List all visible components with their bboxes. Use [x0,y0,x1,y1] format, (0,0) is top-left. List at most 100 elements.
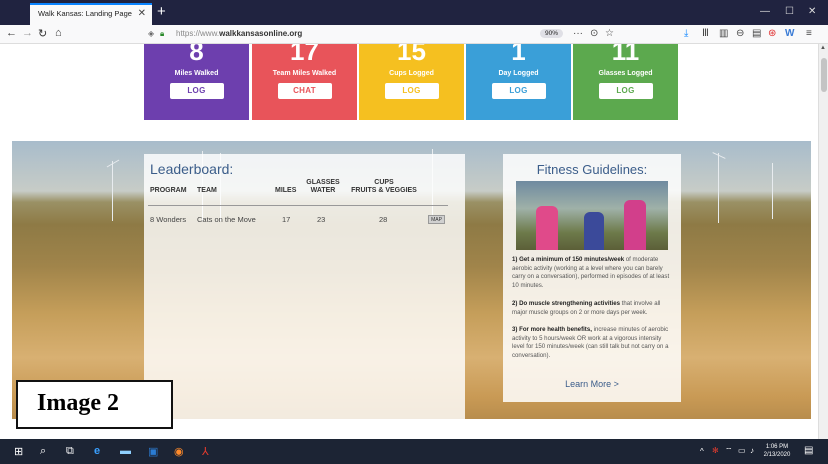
tab-strip: Walk Kansas: Landing Page ✕ + — ☐ ✕ [0,0,828,25]
stat-card-miles-walked: 8 Miles Walked LOG [144,44,249,120]
acrobat-icon[interactable]: ⅄ [202,445,209,458]
account-icon[interactable]: ⊖ [736,28,744,39]
url-domain: walkkansasonline.org [219,29,303,38]
stat-label: Team Miles Walked [272,70,337,77]
stat-card-cups-logged: 15 Cups Logged LOG [359,44,464,120]
map-button[interactable]: MAP [428,215,445,224]
stat-number: 1 [511,44,526,66]
col-program: PROGRAM [150,187,187,194]
minimize-icon[interactable]: — [760,6,770,17]
sidebar-icon[interactable]: ▥ [719,28,728,39]
leaderboard-panel: Leaderboard: PROGRAM TEAM MILES GLASSES … [144,154,465,432]
network-icon[interactable]: ⌔ [725,446,733,456]
log-cups-button[interactable]: LOG [384,83,439,99]
close-window-icon[interactable]: ✕ [808,6,816,17]
extension-w-icon[interactable]: W [785,28,794,39]
guideline-2-bold: 2) Do muscle strengthening activities [512,300,621,307]
turbine-blade [106,159,120,168]
chat-button[interactable]: CHAT [277,83,332,99]
page-scrollbar[interactable]: ▲ [818,44,828,439]
walker-figure [624,200,646,250]
walkers-photo [516,181,668,250]
reader-icon[interactable]: ▤ [752,28,761,39]
log-glasses-button[interactable]: LOG [598,83,653,99]
cell-cups: 28 [379,215,388,224]
stat-number: 17 [290,44,319,66]
library-icon[interactable]: Ⅲ [702,28,709,39]
menu-icon[interactable]: ≡ [806,28,812,39]
page-viewport: 8 Miles Walked LOG 17 Team Miles Walked … [0,44,818,439]
stat-card-glasses-logged: 11 Glasses Logged LOG [573,44,678,120]
pocket-icon[interactable]: ⊙ [590,28,598,39]
lock-icon: 🔒︎ [160,29,165,38]
wind-turbine [112,161,113,221]
tab-walk-kansas[interactable]: Walk Kansas: Landing Page ✕ [30,3,152,25]
navigation-bar: ← → ↻ ⌂ ◈ 🔒︎ https://www.walkkansasonlin… [0,25,828,44]
tab-title: Walk Kansas: Landing Page [38,9,132,18]
scroll-up-icon[interactable]: ▲ [820,45,826,51]
log-miles-button[interactable]: LOG [169,83,224,99]
bookmark-star-icon[interactable]: ☆ [605,28,614,39]
home-icon[interactable]: ⌂ [55,27,62,39]
close-tab-icon[interactable]: ✕ [138,8,146,19]
col-glasses-label: GLASSES [306,179,340,186]
windows-start-icon[interactable]: ⊞ [14,445,23,458]
firefox-icon[interactable]: ◉ [174,445,184,458]
col-miles: MILES [275,187,297,194]
cell-team: Cats on the Move [197,215,256,224]
tray-app-icon[interactable]: ✻ [712,446,719,455]
image-label: Image 2 [16,380,173,429]
stat-card-day-logged: 1 Day Logged LOG [466,44,571,120]
shield-icon[interactable]: ◈ [148,29,154,38]
stat-number: 15 [397,44,426,66]
col-water-label: WATER [310,187,336,194]
back-icon[interactable]: ← [6,27,17,39]
cell-miles: 17 [282,215,291,224]
edge-icon[interactable]: e [94,445,100,457]
new-tab-icon[interactable]: + [157,3,166,20]
clock-time: 1:06 PM [765,444,789,450]
log-day-button[interactable]: LOG [491,83,546,99]
header-divider [148,205,448,206]
stat-label: Day Logged [498,70,539,77]
search-icon[interactable]: ⌕ [40,445,46,458]
volume-icon[interactable]: ♪ [750,446,754,455]
learn-more-link[interactable]: Learn More > [503,379,681,389]
fitness-guidelines-panel: Fitness Guidelines: 1) Get a minimum of … [503,154,681,402]
stat-number: 8 [189,44,204,66]
tray-chevron-icon[interactable]: ^ [700,447,704,456]
col-cups-fruits-veggies: CUPS FRUITS & VEGGIES [348,179,420,195]
page-actions-icon[interactable]: ··· [573,28,583,39]
cell-water: 23 [317,215,326,224]
walker-figure [536,206,558,250]
stat-label: Miles Walked [174,70,219,77]
col-fruits-veggies-label: FRUITS & VEGGIES [351,187,417,194]
leaderboard-title: Leaderboard: [150,161,234,177]
outlook-icon[interactable]: ▣ [148,445,158,458]
pinterest-icon[interactable]: ⊛ [768,28,776,39]
file-explorer-icon[interactable]: ▬ [120,445,131,457]
scroll-thumb[interactable] [821,58,827,92]
walker-figure [584,212,604,250]
col-cups-label: CUPS [374,179,394,186]
stat-label: Cups Logged [389,70,434,77]
windows-taskbar: ⊞ ⌕ ⧉ e ▬ ▣ ◉ ⅄ ^ ✻ ⌔ ▭ ♪ 1:06 PM 2/13/2… [0,439,828,464]
maximize-icon[interactable]: ☐ [785,6,794,17]
stat-label: Glasses Logged [598,70,653,77]
notifications-icon[interactable]: ▤ [804,445,813,456]
zoom-indicator[interactable]: 90% [540,29,564,38]
cell-program: 8 Wonders [150,215,187,224]
guideline-1: 1) Get a minimum of 150 minutes/week of … [512,256,674,290]
col-glasses-water: GLASSES WATER [304,179,342,195]
url-bar[interactable]: https://www.walkkansasonline.org [168,27,638,42]
wind-turbine [772,163,773,219]
forward-icon[interactable]: → [22,27,33,39]
battery-icon[interactable]: ▭ [738,446,746,455]
clock-date: 2/13/2020 [763,452,791,458]
reload-icon[interactable]: ↻ [38,27,47,40]
download-icon[interactable]: ⤓ [684,28,688,39]
guideline-1-bold: 1) Get a minimum of 150 minutes/week [512,256,625,263]
task-view-icon[interactable]: ⧉ [66,445,74,458]
col-team: TEAM [197,187,217,194]
clock[interactable]: 1:06 PM 2/13/2020 [760,443,794,459]
